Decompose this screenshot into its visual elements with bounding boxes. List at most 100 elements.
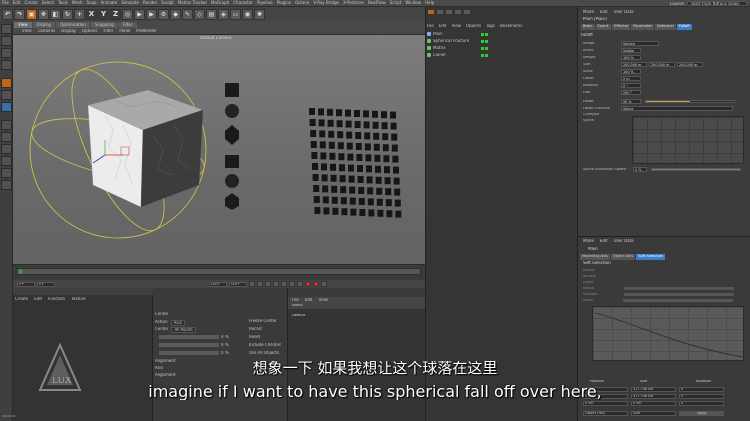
object-row-spherical-fracture[interactable]: Spherical Fracture bbox=[427, 38, 576, 44]
scale-icon[interactable]: ◧ bbox=[50, 8, 61, 20]
planar-workplane-icon[interactable] bbox=[1, 168, 12, 178]
viewport-menu-item[interactable]: ProRender bbox=[136, 29, 157, 33]
texture-mode-icon[interactable] bbox=[1, 48, 12, 58]
tweak-icon[interactable] bbox=[1, 132, 12, 142]
model-mode-icon[interactable] bbox=[1, 36, 12, 46]
solo-icon[interactable] bbox=[1, 180, 12, 190]
clamped-checkbox[interactable]: Clamped bbox=[583, 113, 621, 117]
cloner-shapes[interactable] bbox=[225, 83, 239, 210]
menu-item[interactable]: MoGraph bbox=[209, 0, 231, 6]
menu-item[interactable]: Character bbox=[231, 0, 255, 6]
snap-icon[interactable] bbox=[1, 144, 12, 154]
keyframe-selection-icon[interactable] bbox=[321, 281, 327, 287]
menu-item[interactable]: Script bbox=[388, 0, 404, 6]
object-tags[interactable] bbox=[481, 46, 488, 50]
tab-effector[interactable]: Effector bbox=[612, 24, 631, 30]
obj-menu-bookmarks[interactable]: Bookmarks bbox=[500, 24, 522, 28]
tab-soft-selection[interactable]: Soft Selection bbox=[636, 254, 666, 260]
viewport-tab[interactable]: Display bbox=[32, 22, 56, 28]
obj-menu-edit[interactable]: Edit bbox=[439, 24, 447, 28]
content-browser-icon[interactable] bbox=[454, 9, 462, 15]
next-frame-icon[interactable] bbox=[281, 281, 287, 287]
soft-surface-row[interactable]: Surface bbox=[583, 274, 596, 279]
next-key-icon[interactable] bbox=[289, 281, 295, 287]
undo-icon[interactable]: ↶ bbox=[2, 8, 13, 20]
obj-menu-tags[interactable]: Tags bbox=[486, 24, 495, 28]
array-icon[interactable]: ▤ bbox=[206, 8, 217, 20]
viewport-menu-item[interactable]: Panel bbox=[119, 29, 130, 33]
soft-falloff-row[interactable]: Falloff bbox=[583, 280, 593, 285]
falloff-field[interactable]: 50 % bbox=[621, 99, 641, 104]
menu-item[interactable]: Plugins bbox=[275, 0, 293, 6]
use-all-objects-checkbox[interactable]: Use All Objects bbox=[249, 351, 279, 355]
weight-field[interactable]: 100 % bbox=[621, 55, 641, 60]
action-dropdown[interactable]: Axis bbox=[170, 320, 185, 326]
scale-field[interactable]: 100 % bbox=[621, 69, 641, 74]
obj-menu-file[interactable]: File bbox=[427, 24, 434, 28]
structure-tab-icon[interactable] bbox=[463, 9, 471, 15]
viewport-tab[interactable]: Snapping bbox=[90, 22, 118, 28]
viewport-menu-item[interactable]: View bbox=[22, 29, 32, 33]
material-menu-function[interactable]: Function bbox=[48, 297, 65, 301]
secondary-menu-user-data[interactable]: User Data bbox=[614, 239, 634, 243]
start-frame-field[interactable]: 0 F bbox=[17, 281, 35, 287]
matrix-cube-grid[interactable] bbox=[309, 108, 402, 218]
tab-coord[interactable]: Coord. bbox=[595, 24, 612, 30]
rotation-b-field[interactable]: 0 ° bbox=[679, 401, 724, 406]
subdivision-icon[interactable]: ◇ bbox=[194, 8, 205, 20]
recalc-checkbox[interactable]: Recalc bbox=[249, 327, 262, 331]
soft-radius-row[interactable]: Radius bbox=[583, 286, 735, 291]
obj-menu-view[interactable]: View bbox=[451, 24, 461, 28]
record-icon[interactable] bbox=[305, 281, 311, 287]
menu-item[interactable]: Snap bbox=[84, 0, 98, 6]
autokey-icon[interactable] bbox=[313, 281, 319, 287]
prev-key-icon[interactable] bbox=[257, 281, 263, 287]
menu-item[interactable]: Mesh bbox=[70, 0, 85, 6]
menu-item[interactable]: Window bbox=[403, 0, 423, 6]
enable-axis-icon[interactable] bbox=[1, 120, 12, 130]
spline-speed-slider[interactable] bbox=[651, 168, 741, 171]
spline-graph[interactable] bbox=[632, 116, 744, 164]
menu-item[interactable]: Help bbox=[423, 0, 436, 6]
rotation-field[interactable]: 0 ° bbox=[621, 83, 641, 88]
visible-checkbox[interactable]: Visible bbox=[621, 48, 641, 53]
layer-row-default[interactable]: Default bbox=[292, 314, 305, 318]
takes-tab-icon[interactable] bbox=[445, 9, 453, 15]
object-row-matrix[interactable]: Matrix bbox=[427, 45, 576, 51]
octane-icon[interactable] bbox=[427, 9, 435, 15]
deformer-icon[interactable]: ◈ bbox=[218, 8, 229, 20]
layer-menu-edit[interactable]: Edit bbox=[305, 298, 313, 302]
slider-1[interactable] bbox=[159, 335, 219, 339]
spline-speed-field[interactable]: 0 % bbox=[633, 167, 647, 172]
menu-item[interactable]: Simulate bbox=[119, 0, 141, 6]
size-z-field[interactable]: 0 cm bbox=[631, 401, 676, 406]
tab-object-axis[interactable]: Object Axis bbox=[610, 254, 636, 260]
viewport-tab[interactable]: View bbox=[14, 22, 32, 28]
menu-item[interactable]: Select bbox=[40, 0, 56, 6]
x-axis-button[interactable]: X bbox=[86, 8, 97, 20]
menu-item[interactable]: Render bbox=[141, 0, 159, 6]
attr-menu-edit[interactable]: Edit bbox=[600, 10, 608, 14]
hue-field[interactable]: 200 ° bbox=[621, 90, 641, 95]
attr-menu-user-data[interactable]: User Data bbox=[614, 10, 634, 14]
object-tags[interactable] bbox=[481, 39, 488, 43]
viewport-menu-item[interactable]: Cameras bbox=[38, 29, 56, 33]
rotate-icon[interactable]: ↻ bbox=[62, 8, 73, 20]
menu-item[interactable]: X-Particles bbox=[341, 0, 366, 6]
points-mode-icon[interactable] bbox=[1, 78, 12, 88]
offset-field[interactable]: 0 m bbox=[621, 76, 641, 81]
obj-menu-objects[interactable]: Objects bbox=[466, 24, 481, 28]
viewport-tab[interactable]: Optimisation bbox=[56, 22, 90, 28]
menu-item[interactable]: V-Ray Bridge bbox=[311, 0, 341, 6]
apply-button[interactable]: Apply bbox=[679, 411, 724, 416]
soft-strength-row[interactable]: Strength bbox=[583, 292, 734, 297]
z-axis-button[interactable]: Z bbox=[110, 8, 121, 20]
menu-item[interactable]: Edit bbox=[11, 0, 23, 6]
layer-menu-file[interactable]: File bbox=[292, 298, 299, 302]
slider-1-value[interactable]: 0 % bbox=[221, 335, 229, 339]
menu-item[interactable]: Octane bbox=[293, 0, 311, 6]
viewport-tab[interactable]: Filter bbox=[118, 22, 137, 28]
move-icon[interactable]: ✥ bbox=[38, 8, 49, 20]
secondary-menu-mode[interactable]: Mode bbox=[583, 239, 594, 243]
tab-basic[interactable]: Basic bbox=[581, 24, 595, 30]
